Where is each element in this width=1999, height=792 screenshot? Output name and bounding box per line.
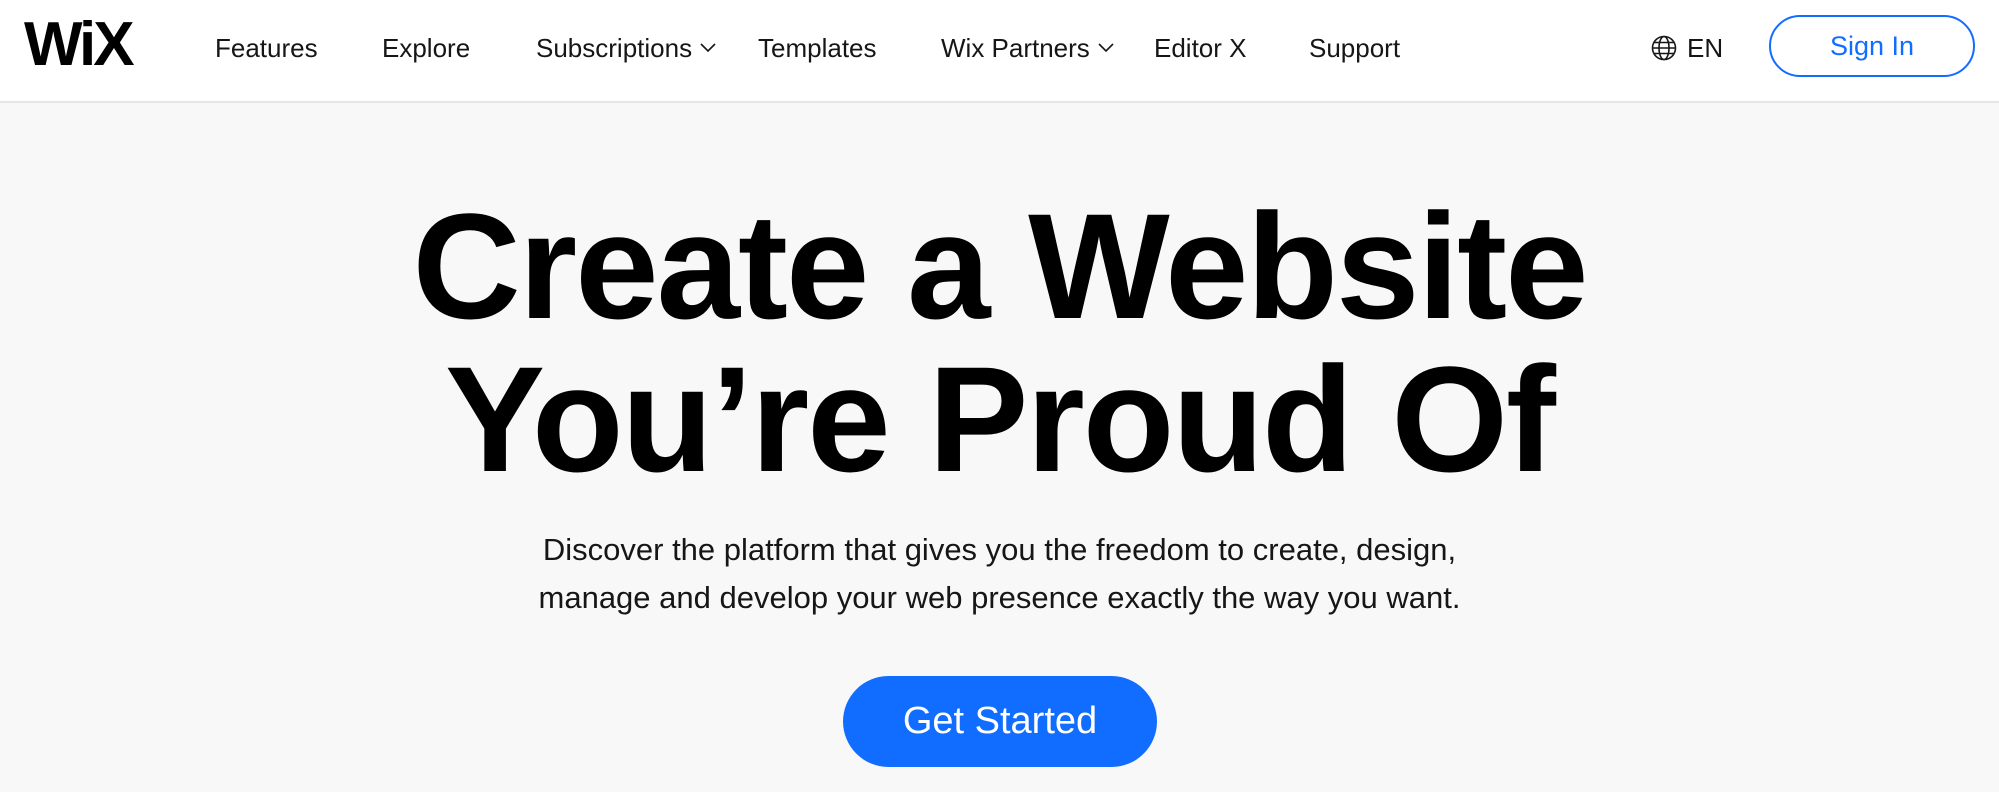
language-label: EN <box>1687 32 1724 63</box>
nav-item-editor-x[interactable]: Editor X <box>1154 30 1247 66</box>
nav-item-label: Features <box>215 33 318 63</box>
sign-in-label: Sign In <box>1829 30 1915 61</box>
hero-title-line: Create a Website <box>412 182 1588 350</box>
language-selector[interactable]: EN <box>1651 30 1723 66</box>
nav-item-support[interactable]: Support <box>1309 30 1400 66</box>
hero-subtitle-line: manage and develop your web presence exa… <box>538 580 1461 615</box>
get-started-label: Get Started <box>902 700 1098 742</box>
hero-subtitle: Discover the platform that gives you the… <box>0 526 1999 622</box>
hero-title-line: You’re Proud Of <box>445 335 1556 503</box>
nav-item-label: Explore <box>382 33 471 63</box>
sign-in-button[interactable]: Sign In <box>1769 15 1975 77</box>
hero-subtitle-line: Discover the platform that gives you the… <box>542 532 1457 567</box>
globe-icon <box>1651 35 1677 61</box>
wix-logo[interactable]: WiX <box>24 10 135 79</box>
get-started-button[interactable]: Get Started <box>843 676 1157 767</box>
nav-item-wix-partners[interactable]: Wix Partners <box>941 30 1114 66</box>
nav-item-label: Wix Partners <box>941 33 1090 63</box>
nav-item-label: Support <box>1309 33 1401 63</box>
nav-item-subscriptions[interactable]: Subscriptions <box>536 30 716 66</box>
nav-item-explore[interactable]: Explore <box>382 30 470 66</box>
nav-item-features[interactable]: Features <box>215 30 318 66</box>
wix-logo-text: WiX <box>24 10 135 79</box>
nav-item-label: Editor X <box>1154 33 1247 63</box>
hero-title: Create a Website You’re Proud Of <box>0 190 1999 496</box>
nav-item-templates[interactable]: Templates <box>758 30 877 66</box>
nav-item-label: Templates <box>758 33 877 63</box>
chevron-down-icon <box>1098 43 1114 53</box>
top-navigation-bar: WiX Features Explore Subscriptions Templ… <box>0 0 1999 103</box>
chevron-down-icon <box>700 43 716 53</box>
nav-item-label: Subscriptions <box>536 33 693 63</box>
